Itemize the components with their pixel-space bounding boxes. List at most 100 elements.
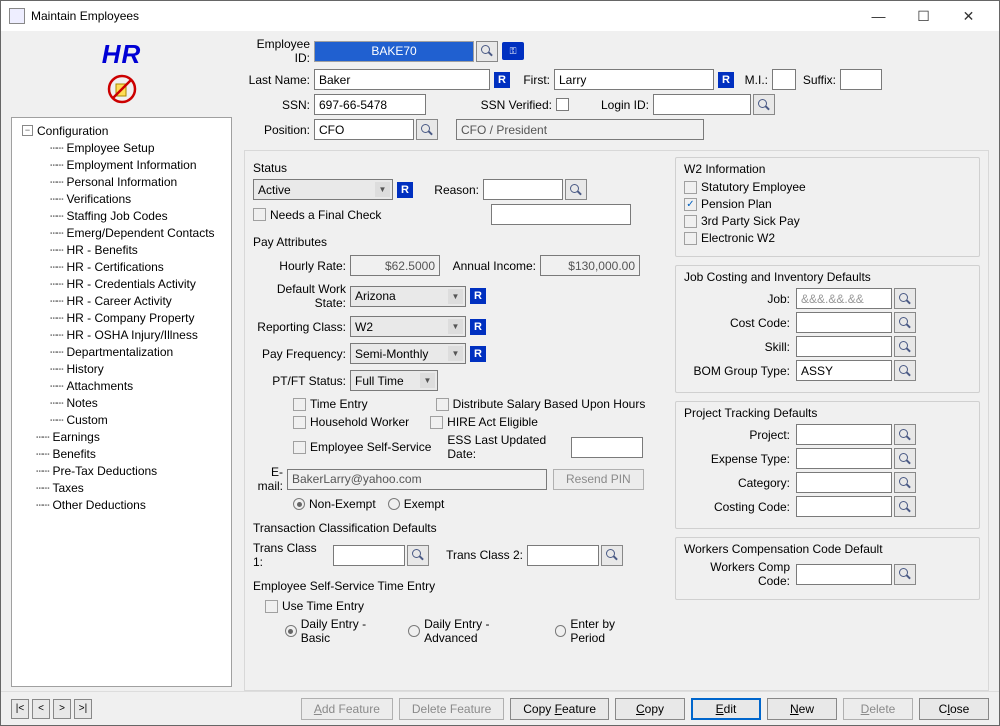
- first-input[interactable]: [554, 69, 714, 90]
- copy-feature-button[interactable]: Copy Feature: [510, 698, 609, 720]
- expense-input[interactable]: [796, 448, 892, 469]
- tree-item[interactable]: ⋯⋯Employment Information: [16, 156, 227, 173]
- job-lookup[interactable]: [894, 288, 916, 309]
- email-input[interactable]: [287, 469, 547, 490]
- ptft-combo[interactable]: Full Time▼: [350, 370, 438, 391]
- tree-item[interactable]: ⋯⋯Verifications: [16, 190, 227, 207]
- status-combo[interactable]: Active▼: [253, 179, 393, 200]
- nav-next[interactable]: >: [53, 699, 71, 719]
- maximize-button[interactable]: ☐: [901, 2, 946, 30]
- exempt-radio[interactable]: Exempt: [388, 497, 445, 511]
- reason-input[interactable]: [483, 179, 563, 200]
- job-input[interactable]: [796, 288, 892, 309]
- category-input[interactable]: [796, 472, 892, 493]
- expense-lookup[interactable]: [894, 448, 916, 469]
- daily-basic-radio[interactable]: Daily Entry - Basic: [285, 617, 396, 645]
- nav-last[interactable]: >|: [74, 699, 92, 719]
- category-lookup[interactable]: [894, 472, 916, 493]
- delete-button[interactable]: Delete: [843, 698, 913, 720]
- close-button-footer[interactable]: Close: [919, 698, 989, 720]
- tree-item[interactable]: ⋯⋯Other Deductions: [16, 496, 227, 513]
- delete-feature-button[interactable]: Delete Feature: [399, 698, 504, 720]
- electronic-w2-check[interactable]: Electronic W2: [684, 231, 775, 245]
- costing-lookup[interactable]: [894, 496, 916, 517]
- trans-c1-lookup[interactable]: [407, 545, 429, 566]
- tree-item[interactable]: ⋯⋯HR - Benefits: [16, 241, 227, 258]
- close-button[interactable]: ✕: [946, 2, 991, 30]
- default-work-state-combo[interactable]: Arizona▼: [350, 286, 466, 307]
- tree-item[interactable]: ⋯⋯HR - Certifications: [16, 258, 227, 275]
- tree-item[interactable]: ⋯⋯HR - Company Property: [16, 309, 227, 326]
- collapse-icon[interactable]: −: [22, 125, 33, 136]
- cost-lookup[interactable]: [894, 312, 916, 333]
- needs-final-check[interactable]: Needs a Final Check: [253, 208, 381, 222]
- reporting-class-combo[interactable]: W2▼: [350, 316, 466, 337]
- nav-prev[interactable]: <: [32, 699, 50, 719]
- tree-item[interactable]: ⋯⋯Staffing Job Codes: [16, 207, 227, 224]
- key-icon[interactable]: ⚿: [502, 42, 524, 60]
- non-exempt-radio[interactable]: Non-Exempt: [293, 497, 376, 511]
- copy-button[interactable]: Copy: [615, 698, 685, 720]
- tree-item[interactable]: ⋯⋯History: [16, 360, 227, 377]
- employee-id-lookup-button[interactable]: [476, 41, 498, 62]
- minimize-button[interactable]: —: [856, 2, 901, 30]
- time-entry-check[interactable]: Time Entry: [293, 397, 368, 411]
- tree-item[interactable]: ⋯⋯Personal Information: [16, 173, 227, 190]
- costing-input[interactable]: [796, 496, 892, 517]
- daily-advanced-radio[interactable]: Daily Entry - Advanced: [408, 617, 542, 645]
- employee-id-input[interactable]: [314, 41, 474, 62]
- new-button[interactable]: New: [767, 698, 837, 720]
- wc-input[interactable]: [796, 564, 892, 585]
- loginid-lookup-button[interactable]: [753, 94, 775, 115]
- hire-check[interactable]: HIRE Act Eligible: [430, 415, 538, 429]
- pension-check[interactable]: ✓Pension Plan: [684, 197, 772, 211]
- third-party-check[interactable]: 3rd Party Sick Pay: [684, 214, 800, 228]
- wc-lookup[interactable]: [894, 564, 916, 585]
- lastname-input[interactable]: [314, 69, 490, 90]
- trans-c2-lookup[interactable]: [601, 545, 623, 566]
- loginid-input[interactable]: [653, 94, 751, 115]
- tree-item[interactable]: ⋯⋯Benefits: [16, 445, 227, 462]
- position-input[interactable]: [314, 119, 414, 140]
- tree-root[interactable]: − Configuration: [16, 122, 227, 139]
- ssn-verified-checkbox[interactable]: [556, 98, 569, 111]
- tree-item[interactable]: ⋯⋯Departmentalization: [16, 343, 227, 360]
- tree-item[interactable]: ⋯⋯Custom: [16, 411, 227, 428]
- tree-item[interactable]: ⋯⋯Earnings: [16, 428, 227, 445]
- reason-lookup-button[interactable]: [565, 179, 587, 200]
- position-lookup-button[interactable]: [416, 119, 438, 140]
- trans-c2-input[interactable]: [527, 545, 599, 566]
- skill-lookup[interactable]: [894, 336, 916, 357]
- household-check[interactable]: Household Worker: [293, 415, 409, 429]
- ess-check[interactable]: Employee Self-Service: [293, 440, 431, 454]
- ess-updated-input[interactable]: [571, 437, 643, 458]
- bom-lookup[interactable]: [894, 360, 916, 381]
- tree-item[interactable]: ⋯⋯HR - Career Activity: [16, 292, 227, 309]
- project-input[interactable]: [796, 424, 892, 445]
- trans-c1-input[interactable]: [333, 545, 405, 566]
- skill-input[interactable]: [796, 336, 892, 357]
- tree-item[interactable]: ⋯⋯HR - OSHA Injury/Illness: [16, 326, 227, 343]
- add-feature-button[interactable]: Add Feature: [301, 698, 393, 720]
- distribute-check[interactable]: Distribute Salary Based Upon Hours: [436, 397, 646, 411]
- tree-item[interactable]: ⋯⋯Employee Setup: [16, 139, 227, 156]
- cost-input[interactable]: [796, 312, 892, 333]
- nav-first[interactable]: |<: [11, 699, 29, 719]
- tree-item[interactable]: ⋯⋯Attachments: [16, 377, 227, 394]
- config-tree[interactable]: − Configuration ⋯⋯Employee Setup⋯⋯Employ…: [11, 117, 232, 687]
- bom-input[interactable]: [796, 360, 892, 381]
- pay-frequency-combo[interactable]: Semi-Monthly▼: [350, 343, 466, 364]
- statutory-check[interactable]: Statutory Employee: [684, 180, 806, 194]
- tree-item[interactable]: ⋯⋯Notes: [16, 394, 227, 411]
- resend-pin-button[interactable]: Resend PIN: [553, 469, 644, 490]
- tree-item[interactable]: ⋯⋯HR - Credentials Activity: [16, 275, 227, 292]
- use-time-entry-check[interactable]: Use Time Entry: [265, 599, 364, 613]
- tree-item[interactable]: ⋯⋯Emerg/Dependent Contacts: [16, 224, 227, 241]
- edit-button[interactable]: Edit: [691, 698, 761, 720]
- project-lookup[interactable]: [894, 424, 916, 445]
- mi-input[interactable]: [772, 69, 796, 90]
- ssn-input[interactable]: [314, 94, 426, 115]
- enter-by-period-radio[interactable]: Enter by Period: [555, 617, 651, 645]
- suffix-input[interactable]: [840, 69, 882, 90]
- tree-item[interactable]: ⋯⋯Taxes: [16, 479, 227, 496]
